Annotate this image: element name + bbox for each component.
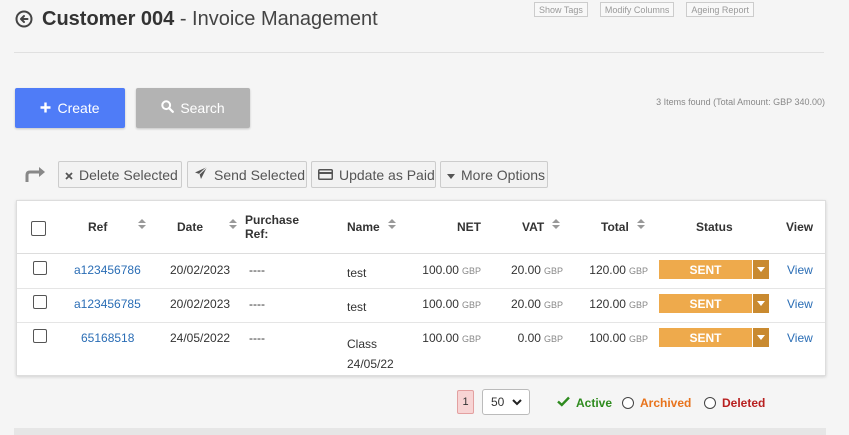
checkmark-icon	[557, 396, 570, 410]
filter-active-label: Active	[576, 396, 613, 410]
back-circle-icon[interactable]	[14, 9, 34, 29]
column-header-net: NET	[457, 220, 481, 234]
status-badge[interactable]: SENT	[659, 260, 752, 279]
more-options-label: More Options	[461, 166, 546, 183]
row-checkbox[interactable]	[33, 295, 47, 309]
invoice-ref-link[interactable]: a123456786	[74, 263, 141, 277]
modify-columns-link[interactable]: Modify Columns	[599, 2, 675, 17]
invoice-name: Class 24/05/22	[347, 337, 394, 371]
invoice-net: 100.00 GBP	[422, 297, 481, 311]
filter-archived[interactable]: Archived	[622, 396, 691, 410]
table-row: a123456786 20/02/2023 ---- test 100.00 GB…	[17, 255, 825, 289]
sort-icon[interactable]	[637, 217, 645, 229]
table-header-row: Ref Date Purchase Ref: Name NET VAT Total…	[17, 201, 825, 254]
status-dropdown[interactable]: SENT	[659, 294, 769, 313]
sort-icon[interactable]	[552, 217, 560, 229]
update-as-paid-label: Update as Paid	[339, 166, 435, 183]
purchase-ref: ----	[249, 263, 265, 277]
purchase-ref: ----	[249, 331, 265, 345]
table-row: 65168518 24/05/2022 ---- Class 24/05/22 1…	[17, 323, 825, 377]
status-badge[interactable]: SENT	[659, 328, 752, 347]
status-badge[interactable]: SENT	[659, 294, 752, 313]
invoice-net: 100.00 GBP	[422, 331, 481, 345]
page-header: Customer 004 - Invoice Management	[14, 6, 378, 32]
row-checkbox[interactable]	[33, 261, 47, 275]
invoice-total: 120.00 GBP	[589, 263, 648, 277]
invoice-ref-link[interactable]: 65168518	[81, 331, 134, 345]
radio-archived[interactable]	[622, 397, 634, 409]
credit-card-icon	[318, 167, 333, 183]
column-header-total[interactable]: Total	[601, 220, 629, 234]
caret-down-icon[interactable]	[752, 294, 769, 313]
bulk-action-arrow-icon	[24, 164, 48, 184]
create-label: Create	[57, 100, 100, 116]
column-header-vat[interactable]: VAT	[522, 220, 544, 234]
paper-plane-icon	[194, 166, 208, 183]
radio-deleted[interactable]	[704, 397, 716, 409]
column-header-status: Status	[696, 220, 733, 234]
invoice-name: test	[347, 266, 367, 280]
chevron-down-icon	[512, 395, 523, 409]
caret-down-icon[interactable]	[752, 260, 769, 279]
column-header-name[interactable]: Name	[347, 220, 380, 234]
invoice-table: Ref Date Purchase Ref: Name NET VAT Total…	[16, 200, 826, 376]
status-dropdown[interactable]: SENT	[659, 328, 769, 347]
caret-down-icon[interactable]	[752, 328, 769, 347]
invoice-vat: 0.00 GBP	[517, 331, 563, 345]
invoice-date: 24/05/2022	[170, 331, 231, 345]
search-button[interactable]: Search	[136, 88, 250, 128]
filter-deleted-label: Deleted	[722, 396, 766, 410]
search-icon	[161, 100, 175, 116]
create-button[interactable]: Create	[15, 88, 125, 128]
invoice-name: test	[347, 300, 367, 314]
purchase-ref: ----	[249, 297, 265, 311]
column-header-view: View	[786, 220, 814, 234]
show-tags-link[interactable]: Show Tags	[534, 2, 588, 17]
per-page-select[interactable]: 50	[482, 389, 530, 415]
filter-active[interactable]: Active	[557, 396, 612, 410]
view-link[interactable]: View	[787, 331, 813, 345]
close-icon	[65, 167, 73, 183]
invoice-vat: 20.00 GBP	[510, 297, 563, 311]
status-dropdown[interactable]: SENT	[659, 260, 769, 279]
sort-icon[interactable]	[138, 217, 146, 229]
top-links: Show Tags Modify Columns Ageing Report	[534, 2, 754, 17]
invoice-total: 120.00 GBP	[589, 297, 648, 311]
bottom-panel-edge	[14, 428, 826, 435]
items-found-summary: 3 Items found (Total Amount: GBP 340.00)	[656, 97, 825, 107]
delete-selected-button[interactable]: Delete Selected	[58, 161, 182, 188]
update-as-paid-button[interactable]: Update as Paid	[311, 161, 436, 188]
column-header-date: Date	[177, 220, 204, 234]
more-options-button[interactable]: More Options	[440, 161, 548, 188]
row-checkbox[interactable]	[33, 329, 47, 343]
plus-icon	[40, 100, 51, 116]
select-all-checkbox[interactable]	[31, 221, 46, 236]
send-selected-label: Send Selected	[214, 166, 306, 183]
send-selected-button[interactable]: Send Selected	[187, 161, 307, 188]
invoice-net: 100.00 GBP	[422, 263, 481, 277]
page-button-current[interactable]: 1	[457, 390, 474, 414]
per-page-value: 50	[491, 395, 505, 409]
filter-archived-label: Archived	[640, 396, 692, 410]
sort-icon[interactable]	[388, 217, 396, 229]
page-title: Customer 004 - Invoice Management	[42, 7, 378, 30]
column-header-purchase-ref: Purchase Ref:	[245, 213, 300, 241]
view-link[interactable]: View	[787, 263, 813, 277]
header-divider	[14, 52, 824, 53]
ageing-report-link[interactable]: Ageing Report	[686, 2, 754, 17]
caret-down-icon	[447, 167, 455, 183]
filter-deleted[interactable]: Deleted	[704, 396, 765, 410]
sort-icon[interactable]	[229, 217, 237, 229]
search-label: Search	[180, 100, 225, 116]
table-row: a123456785 20/02/2023 ---- test 100.00 GB…	[17, 289, 825, 323]
invoice-date: 20/02/2023	[170, 263, 231, 277]
invoice-vat: 20.00 GBP	[510, 263, 563, 277]
invoice-date: 20/02/2023	[170, 297, 231, 311]
view-link[interactable]: View	[787, 297, 813, 311]
invoice-ref-link[interactable]: a123456785	[74, 297, 141, 311]
column-header-ref[interactable]: Ref	[88, 220, 107, 234]
delete-selected-label: Delete Selected	[79, 166, 178, 183]
invoice-total: 100.00 GBP	[589, 331, 648, 345]
